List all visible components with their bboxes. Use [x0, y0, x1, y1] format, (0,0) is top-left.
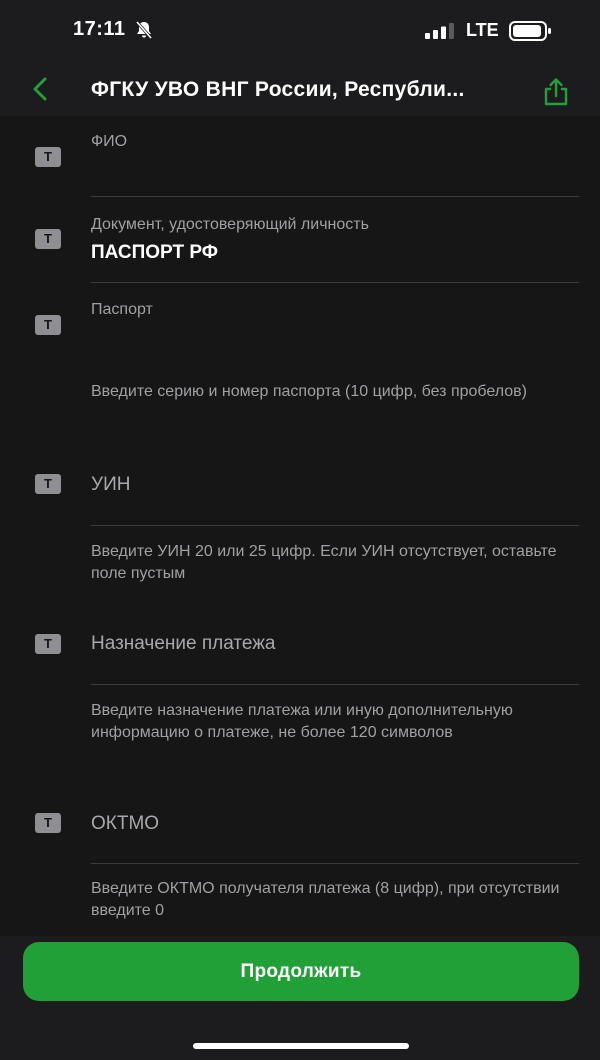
share-button[interactable]: [540, 76, 572, 108]
signal-icon: [425, 23, 454, 39]
back-button[interactable]: [26, 74, 56, 104]
form-content: T ФИО T Документ, удостоверяющий личност…: [0, 116, 600, 936]
purpose-field[interactable]: Назначение платежа: [91, 633, 276, 655]
passport-field[interactable]: [91, 324, 579, 362]
continue-button[interactable]: Продолжить: [23, 942, 579, 1001]
home-indicator[interactable]: [193, 1043, 409, 1049]
oktmo-field[interactable]: ОКТМО: [91, 813, 159, 835]
divider: [91, 196, 579, 197]
divider: [91, 684, 579, 685]
battery-icon: [509, 21, 551, 41]
payment-form-screen: 17:11 LTE ФГКУ УВО ВНГ России, Республи.…: [0, 0, 600, 1060]
status-bar: 17:11 LTE: [0, 0, 600, 62]
share-icon: [544, 78, 568, 106]
document-label: Документ, удостоверяющий личность: [91, 216, 369, 233]
oktmo-hint: Введите ОКТМО получателя платежа (8 цифр…: [91, 880, 560, 919]
navigation-bar: ФГКУ УВО ВНГ России, Республи...: [0, 62, 600, 116]
text-field-icon: T: [35, 474, 61, 494]
purpose-hint: Введите назначение платежа или иную допо…: [91, 702, 513, 741]
divider: [91, 282, 579, 283]
divider: [91, 525, 579, 526]
fio-field[interactable]: [91, 156, 579, 194]
passport-hint: Введите серию и номер паспорта (10 цифр,…: [91, 383, 527, 400]
uin-hint: Введите УИН 20 или 25 цифр. Если УИН отс…: [91, 543, 557, 582]
text-field-icon: T: [35, 147, 61, 167]
text-field-icon: T: [35, 634, 61, 654]
chevron-left-icon: [33, 77, 47, 101]
divider: [91, 863, 579, 864]
network-label: LTE: [466, 20, 499, 40]
text-field-icon: T: [35, 229, 61, 249]
uin-field[interactable]: УИН: [91, 474, 130, 496]
passport-label: Паспорт: [91, 301, 153, 318]
page-title: ФГКУ УВО ВНГ России, Республи...: [91, 78, 465, 101]
text-field-icon: T: [35, 813, 61, 833]
text-field-icon: T: [35, 315, 61, 335]
fio-label: ФИО: [91, 133, 128, 150]
status-time: 17:11: [73, 18, 126, 40]
bell-slash-icon: [135, 21, 153, 39]
document-select[interactable]: ПАСПОРТ РФ: [91, 242, 218, 264]
